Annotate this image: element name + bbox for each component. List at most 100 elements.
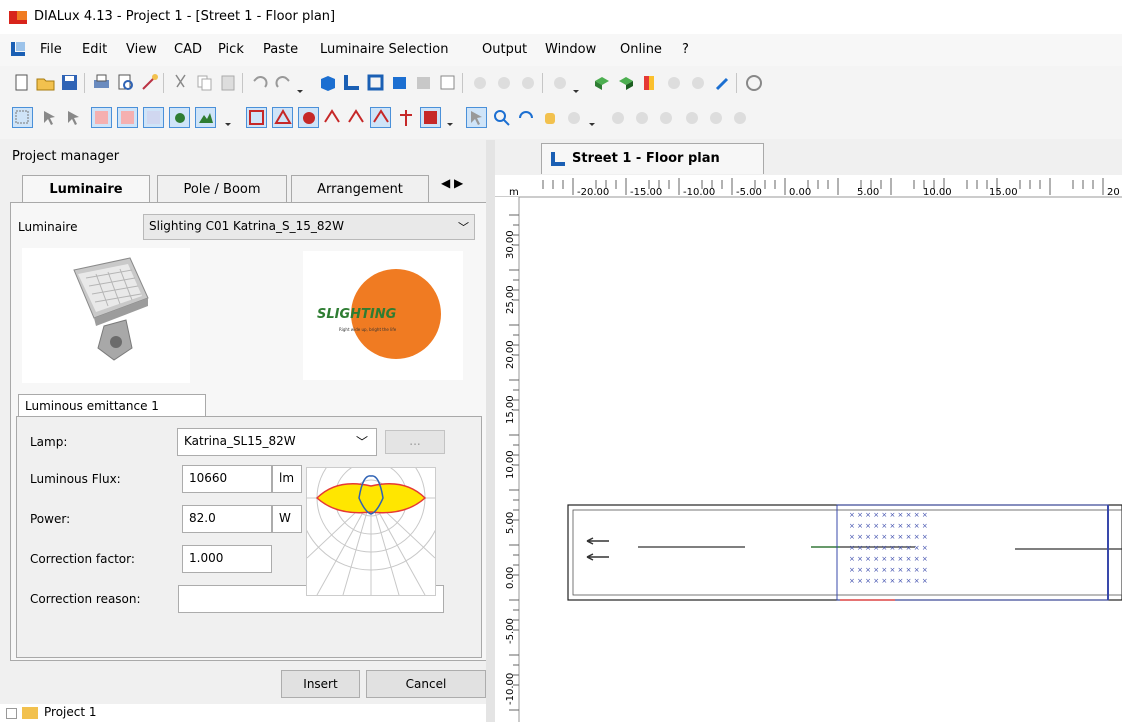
pin-icon[interactable] xyxy=(396,108,415,127)
field-tool-icon[interactable] xyxy=(91,107,112,128)
cancel-button[interactable]: Cancel xyxy=(366,670,486,698)
menu-edit[interactable]: Edit xyxy=(82,42,107,57)
select-area-icon[interactable] xyxy=(12,107,33,128)
power-field[interactable]: 82.0 xyxy=(182,505,272,533)
menu-file[interactable]: File xyxy=(40,42,62,57)
tab-luminous-emittance[interactable]: Luminous emittance 1 xyxy=(18,394,206,417)
wizard-icon[interactable] xyxy=(140,73,159,92)
calc-grid-icon[interactable] xyxy=(246,107,267,128)
luminaire-db-icon[interactable] xyxy=(616,73,635,92)
paste-icon[interactable] xyxy=(219,73,238,92)
tool-disabled-icon[interactable] xyxy=(656,108,675,127)
expand-icon[interactable] xyxy=(6,708,17,719)
menu-luminaire-selection[interactable]: Luminaire Selection xyxy=(320,42,448,57)
toolbar-overflow-icon[interactable] xyxy=(446,115,454,127)
tool-disabled-icon[interactable] xyxy=(608,108,627,127)
tool-disabled-icon[interactable] xyxy=(688,73,707,92)
calc-grid-icon[interactable] xyxy=(298,107,319,128)
tab-floor-plan[interactable]: Street 1 - Floor plan xyxy=(541,143,764,174)
menu-output[interactable]: Output xyxy=(482,42,527,57)
redo-icon[interactable] xyxy=(274,73,293,92)
calculation-icon[interactable] xyxy=(744,73,763,92)
toolbar-overflow-icon[interactable] xyxy=(296,82,304,94)
tool-disabled-icon[interactable] xyxy=(682,108,701,127)
field-tool-icon[interactable] xyxy=(169,107,190,128)
svg-text:× × × × × × × × × ×: × × × × × × × × × × xyxy=(849,511,928,519)
side-view-icon[interactable] xyxy=(366,73,385,92)
tab-arrangement[interactable]: Arrangement xyxy=(291,175,429,203)
floor-plan-icon[interactable] xyxy=(342,73,361,92)
color-filter-icon[interactable] xyxy=(640,73,659,92)
luminous-flux-field[interactable]: 10660 xyxy=(182,465,272,493)
toolbar-overflow-icon[interactable] xyxy=(572,82,580,94)
menu-cad[interactable]: CAD xyxy=(174,42,202,57)
tool-disabled-icon[interactable] xyxy=(518,73,537,92)
lamp-select[interactable]: Katrina_SL15_82W ﹀ xyxy=(177,428,377,456)
tab-pole-boom[interactable]: Pole / Boom xyxy=(157,175,287,203)
tab-luminaire[interactable]: Luminaire xyxy=(22,175,150,203)
calc-grid-icon[interactable] xyxy=(370,107,391,128)
cut-icon[interactable] xyxy=(171,73,190,92)
render-icon[interactable] xyxy=(438,73,457,92)
correction-factor-field[interactable]: 1.000 xyxy=(182,545,272,573)
undo-icon[interactable] xyxy=(250,73,269,92)
tool-disabled-icon[interactable] xyxy=(494,73,513,92)
toolbar-overflow-icon[interactable] xyxy=(588,115,596,127)
print-icon[interactable] xyxy=(92,73,111,92)
pan-hand-icon[interactable] xyxy=(540,108,559,127)
view-disabled-icon[interactable] xyxy=(414,73,433,92)
svg-text:× × × × × × × × × ×: × × × × × × × × × × xyxy=(849,577,928,585)
tab-scroll-arrows[interactable]: ◀ ▶ xyxy=(441,176,463,190)
tree-item-project[interactable]: Project 1 xyxy=(44,705,97,719)
standard-toolbar xyxy=(0,66,1122,99)
save-icon[interactable] xyxy=(60,73,79,92)
open-folder-icon[interactable] xyxy=(36,73,55,92)
new-file-icon[interactable] xyxy=(12,73,31,92)
tool-disabled-icon[interactable] xyxy=(632,108,651,127)
front-view-icon[interactable] xyxy=(390,73,409,92)
menu-help[interactable]: ? xyxy=(682,42,689,57)
power-unit-box: W xyxy=(272,505,302,533)
tool-disabled-icon[interactable] xyxy=(470,73,489,92)
ruler-tick-label: 15.00 xyxy=(505,395,516,424)
tool-disabled-icon[interactable] xyxy=(550,73,569,92)
tool-disabled-icon[interactable] xyxy=(706,108,725,127)
tool-disabled-icon[interactable] xyxy=(730,108,749,127)
panel-splitter[interactable] xyxy=(486,140,495,722)
luminaire-catalog-icon[interactable] xyxy=(592,73,611,92)
calc-grid-icon[interactable] xyxy=(272,107,293,128)
luminaire-select[interactable]: Slighting C01 Katrina_S_15_82W ﹀ xyxy=(143,214,475,240)
menu-pick[interactable]: Pick xyxy=(218,42,244,57)
menu-paste[interactable]: Paste xyxy=(263,42,298,57)
ruler-tick-label: -5.00 xyxy=(505,618,516,644)
calc-icon[interactable] xyxy=(346,108,365,127)
calc-grid-icon[interactable] xyxy=(420,107,441,128)
menu-view[interactable]: View xyxy=(126,42,157,57)
lamp-browse-button[interactable]: ... xyxy=(385,430,445,454)
field-tool-icon[interactable] xyxy=(143,107,164,128)
pen-icon[interactable] xyxy=(712,73,731,92)
copy-icon[interactable] xyxy=(195,73,214,92)
pointer-icon[interactable] xyxy=(40,108,59,127)
manufacturer-logo: SLIGHTING Right wide up, bright the life xyxy=(303,251,463,380)
pointer-icon[interactable] xyxy=(64,108,83,127)
ruler-tick-label: -20.00 xyxy=(577,187,609,198)
luminous-flux-value: 10660 xyxy=(189,471,228,485)
document-icon[interactable] xyxy=(10,41,26,57)
tool-disabled-icon[interactable] xyxy=(564,108,583,127)
floor-plan-icon xyxy=(550,151,566,167)
rotate-icon[interactable] xyxy=(516,108,535,127)
zoom-icon[interactable] xyxy=(492,108,511,127)
3d-view-icon[interactable] xyxy=(318,73,337,92)
insert-button[interactable]: Insert xyxy=(281,670,360,698)
field-tool-icon[interactable] xyxy=(195,107,216,128)
dxf-icon[interactable] xyxy=(322,108,341,127)
select-icon[interactable] xyxy=(466,107,487,128)
floor-plan-canvas[interactable]: m -20.00 -15.00 -10.00 -5.00 0.00 5.00 1… xyxy=(495,175,1122,722)
menu-online[interactable]: Online xyxy=(620,42,662,57)
menu-window[interactable]: Window xyxy=(545,42,596,57)
toolbar-overflow-icon[interactable] xyxy=(224,115,232,127)
tool-disabled-icon[interactable] xyxy=(664,73,683,92)
field-tool-icon[interactable] xyxy=(117,107,138,128)
print-preview-icon[interactable] xyxy=(116,73,135,92)
